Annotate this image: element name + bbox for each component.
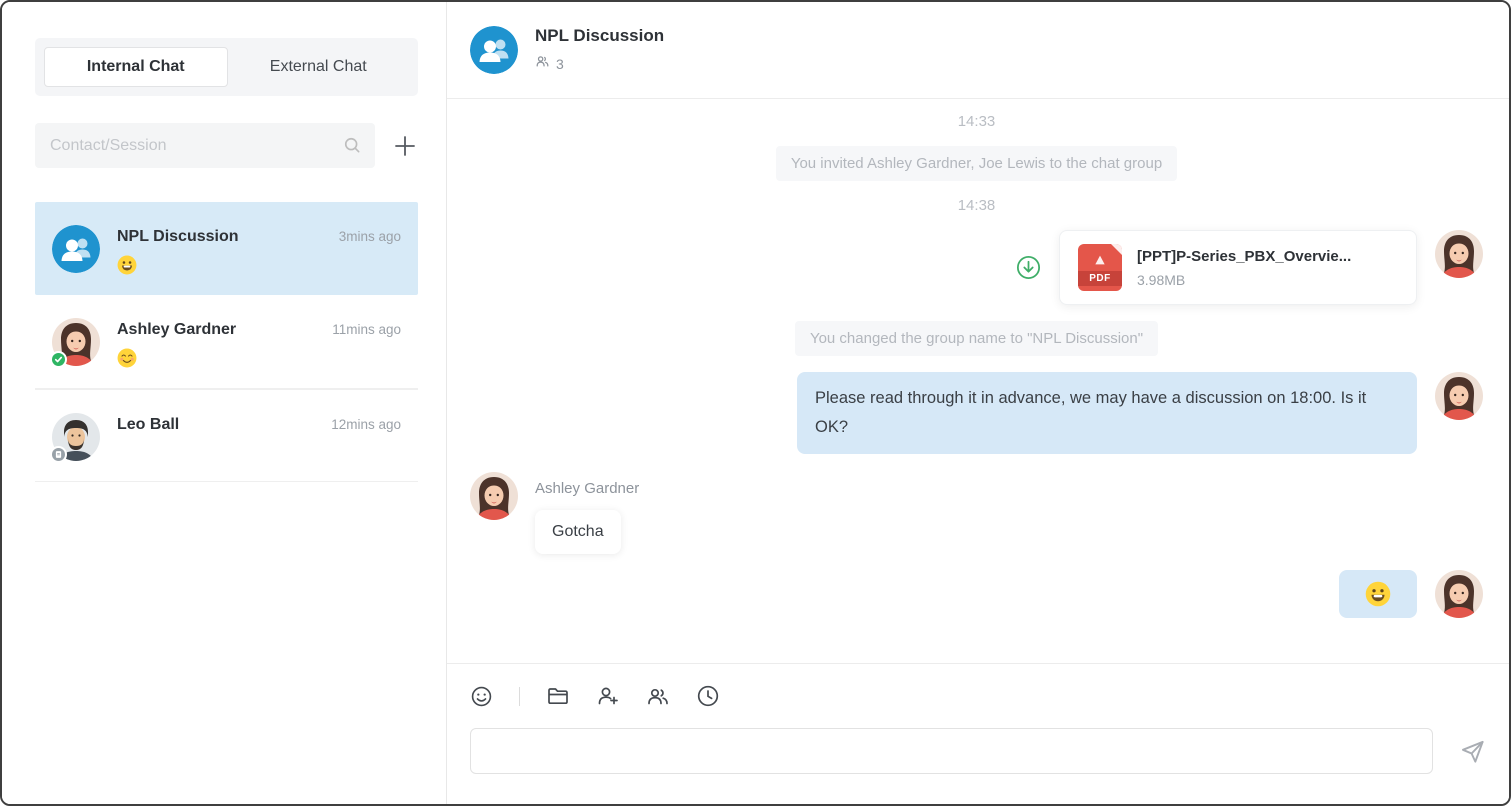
pdf-badge: PDF xyxy=(1078,271,1122,286)
group-avatar xyxy=(52,225,100,273)
sender-name: Ashley Gardner xyxy=(535,480,639,497)
members-icon xyxy=(535,54,550,74)
file-attachment-card[interactable]: PDF [PPT]P-Series_PBX_Overvie... 3.98MB xyxy=(1059,230,1417,305)
chat-name: Ashley Gardner xyxy=(117,321,236,339)
outgoing-emoji-row xyxy=(470,570,1483,618)
file-size: 3.98MB xyxy=(1137,272,1398,288)
file-send-icon[interactable] xyxy=(546,684,570,708)
tab-internal-chat[interactable]: Internal Chat xyxy=(44,47,228,87)
chat-name: Leo Ball xyxy=(117,416,179,434)
outgoing-message-row: Please read through it in advance, we ma… xyxy=(470,372,1483,454)
incoming-message-row: Ashley Gardner Gotcha xyxy=(470,472,1483,554)
file-name: [PPT]P-Series_PBX_Overvie... xyxy=(1137,248,1398,265)
chat-list-item-leo-ball[interactable]: Leo Ball 12mins ago xyxy=(35,389,418,482)
chat-name: NPL Discussion xyxy=(117,228,239,246)
file-message-row: PDF [PPT]P-Series_PBX_Overvie... 3.98MB xyxy=(470,230,1483,305)
toolbar-divider xyxy=(519,687,520,706)
sender-avatar xyxy=(470,472,518,520)
grinning-face-emoji xyxy=(1365,581,1391,607)
timestamp: 14:38 xyxy=(470,197,1483,214)
chat-app-window: Internal Chat External Chat xyxy=(0,0,1511,806)
search-icon xyxy=(342,135,362,160)
message-bubble: Please read through it in advance, we ma… xyxy=(797,372,1417,454)
conversation-panel: NPL Discussion 3 14:33 You invited Ashle… xyxy=(447,2,1509,804)
member-count: 3 xyxy=(556,56,564,72)
contact-avatar xyxy=(52,318,100,366)
member-count-row[interactable]: 3 xyxy=(535,54,664,74)
download-icon[interactable] xyxy=(1016,255,1041,280)
sender-avatar xyxy=(1435,372,1483,420)
chat-list-item-npl-discussion[interactable]: NPL Discussion 3mins ago xyxy=(35,202,418,295)
message-bubble: Gotcha xyxy=(535,510,621,554)
chat-list-item-ashley-gardner[interactable]: Ashley Gardner 11mins ago xyxy=(35,295,418,389)
timestamp: 14:33 xyxy=(470,113,1483,130)
grinning-face-emoji xyxy=(117,255,401,275)
smiling-face-emoji xyxy=(117,348,401,368)
system-message: You invited Ashley Gardner, Joe Lewis to… xyxy=(776,146,1177,181)
chat-time: 12mins ago xyxy=(331,417,401,432)
sender-avatar xyxy=(1435,230,1483,278)
group-chat-icon[interactable] xyxy=(646,684,670,708)
chat-time: 3mins ago xyxy=(339,229,401,244)
composer xyxy=(447,663,1509,804)
search-input[interactable] xyxy=(35,123,375,168)
message-input[interactable] xyxy=(470,728,1433,774)
composer-toolbar xyxy=(470,679,1486,713)
chat-time: 11mins ago xyxy=(332,322,401,337)
conversation-header: NPL Discussion 3 xyxy=(447,2,1509,99)
message-list: 14:33 You invited Ashley Gardner, Joe Le… xyxy=(447,99,1509,663)
pdf-file-icon: PDF xyxy=(1078,244,1122,291)
add-member-icon[interactable] xyxy=(596,684,620,708)
status-badge-busy xyxy=(50,446,67,463)
chat-list: NPL Discussion 3mins ago xyxy=(35,202,418,482)
status-badge-online xyxy=(50,351,67,368)
sidebar: Internal Chat External Chat xyxy=(2,2,447,804)
system-message: You changed the group name to "NPL Discu… xyxy=(795,321,1158,356)
message-bubble xyxy=(1339,570,1417,618)
send-button[interactable] xyxy=(1459,738,1486,765)
search-box xyxy=(35,123,375,168)
add-chat-button[interactable] xyxy=(392,133,418,159)
contact-avatar xyxy=(52,413,100,461)
chat-history-icon[interactable] xyxy=(696,684,720,708)
chat-mode-tabs: Internal Chat External Chat xyxy=(35,38,418,96)
sender-avatar xyxy=(1435,570,1483,618)
group-avatar[interactable] xyxy=(470,26,518,74)
tab-external-chat[interactable]: External Chat xyxy=(228,47,410,87)
conversation-title: NPL Discussion xyxy=(535,26,664,46)
emoji-picker-icon[interactable] xyxy=(470,685,493,708)
